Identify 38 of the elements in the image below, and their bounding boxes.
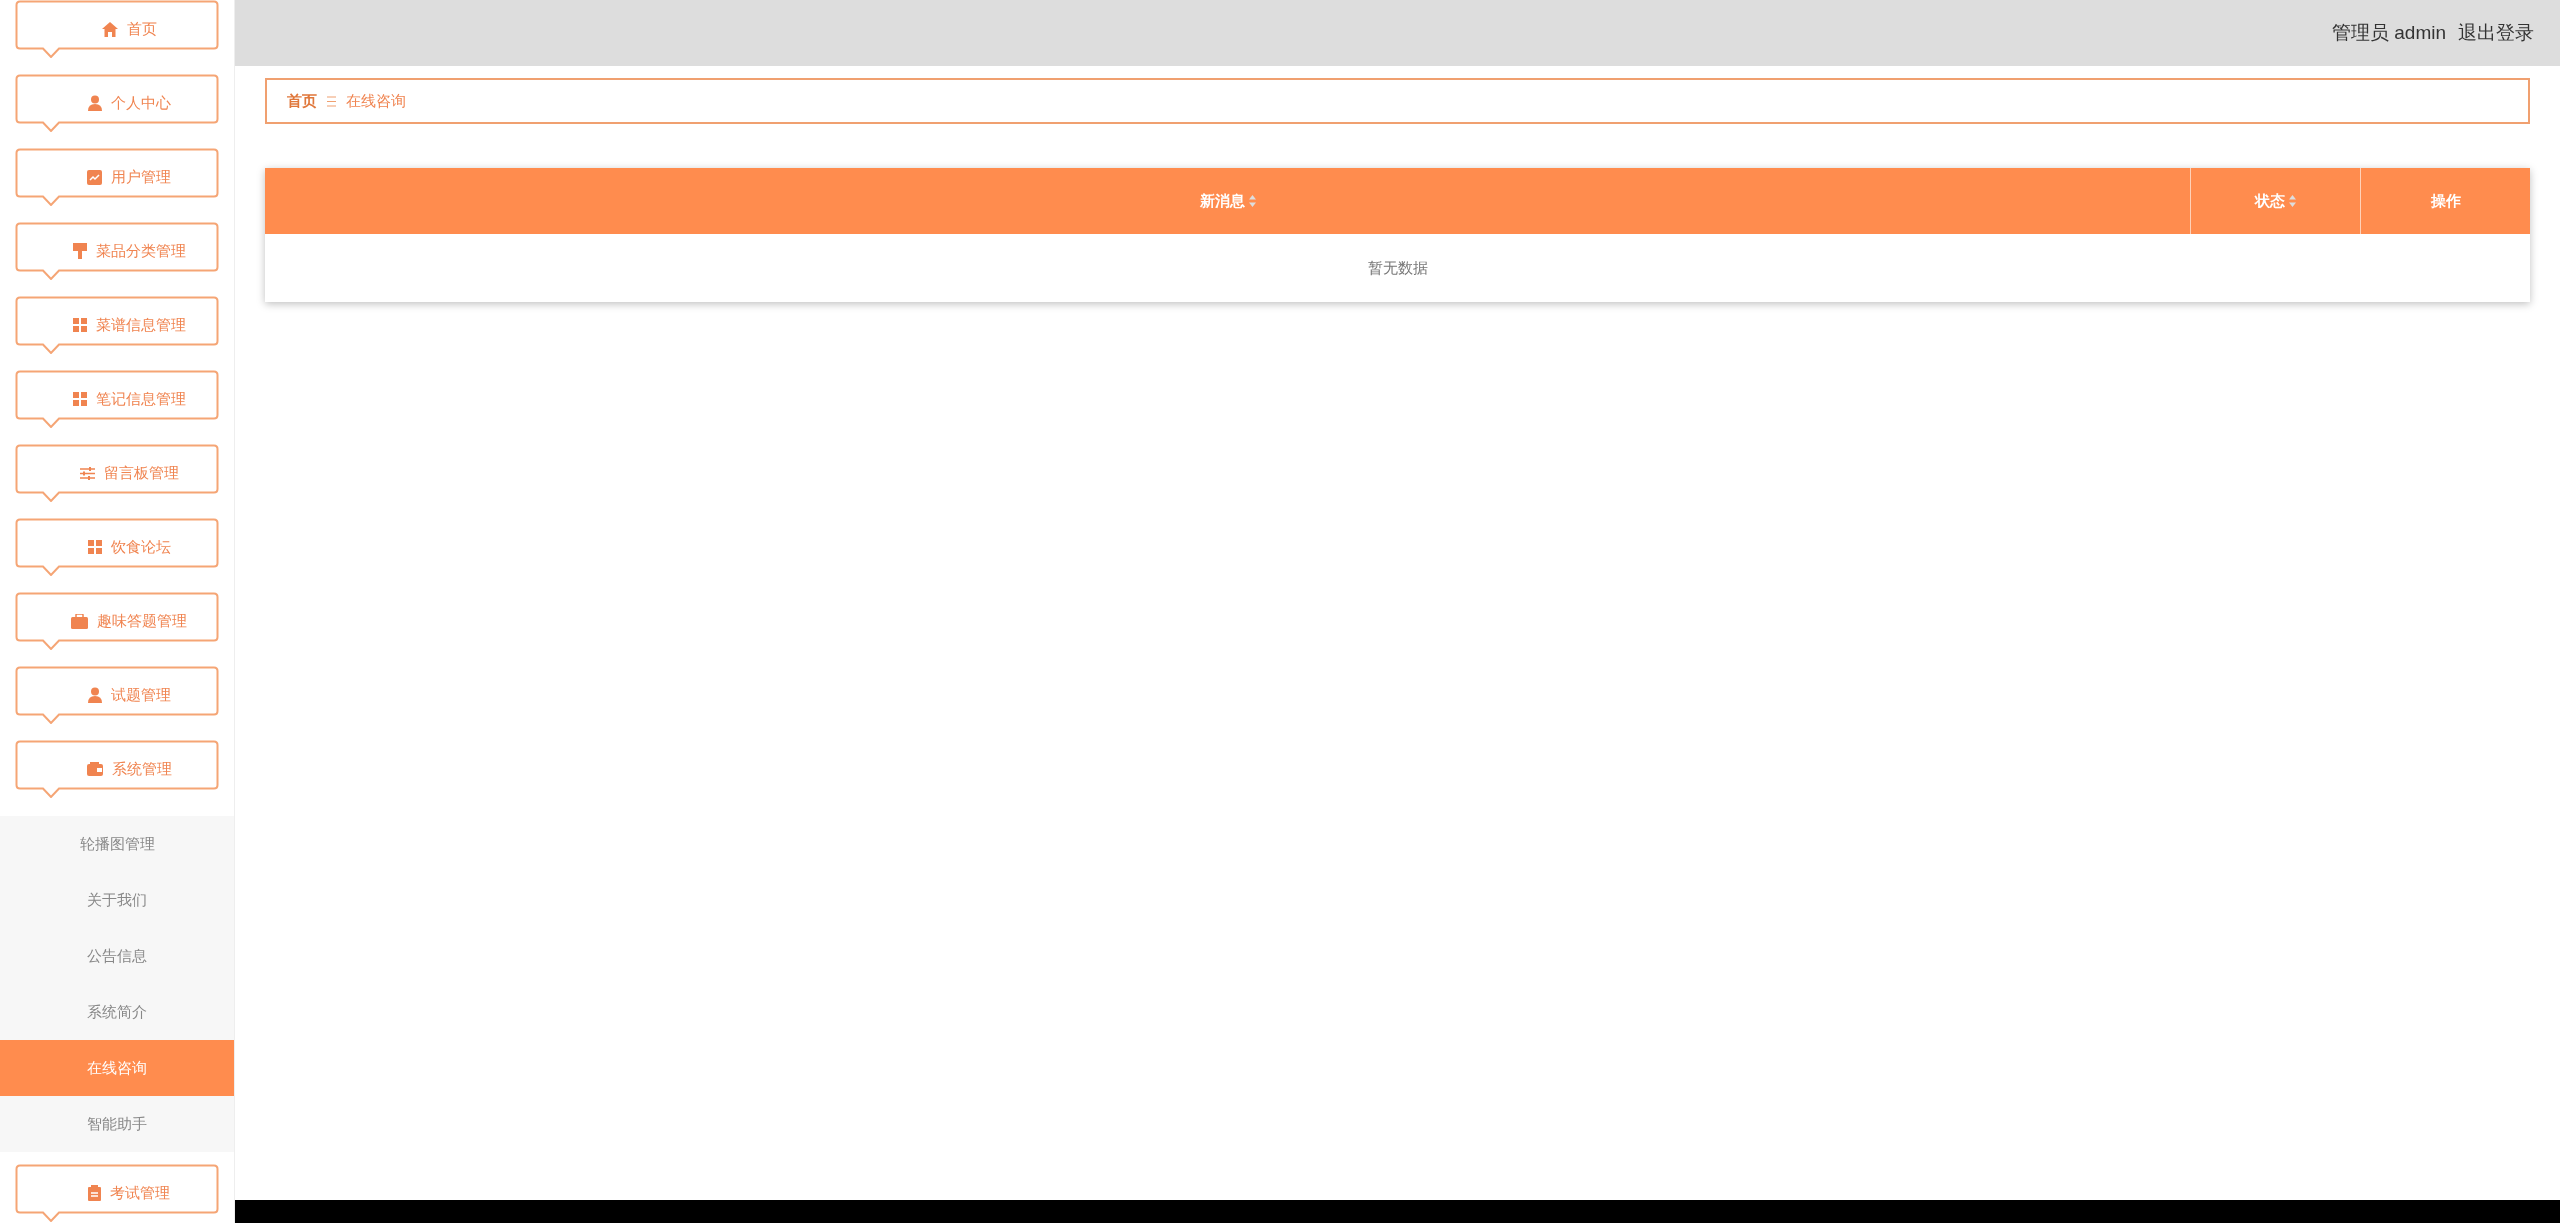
grid-icon (87, 540, 102, 554)
menu-item[interactable]: 饮食论坛 (15, 518, 219, 576)
logout-link[interactable]: 退出登录 (2458, 18, 2534, 48)
menu-item[interactable]: 菜品分类管理 (15, 222, 219, 280)
grid-icon (72, 318, 87, 332)
sliders-icon (79, 466, 95, 480)
menu-item[interactable]: 试题管理 (15, 666, 219, 724)
user-icon (87, 95, 102, 111)
menu-item[interactable]: 用户管理 (15, 148, 219, 206)
submenu-item[interactable]: 轮播图管理 (0, 816, 234, 872)
sign-icon (72, 243, 87, 259)
menu-item[interactable]: 菜谱信息管理 (15, 296, 219, 354)
sort-icon[interactable] (1248, 195, 1256, 207)
sort-icon[interactable] (2289, 195, 2296, 207)
home-icon (101, 21, 118, 37)
column-header: 操作 (2360, 168, 2530, 234)
column-header[interactable]: 状态 (2190, 168, 2360, 234)
empty-message: 暂无数据 (1367, 257, 1428, 278)
user-icon (87, 687, 102, 703)
menu-item[interactable]: 留言板管理 (15, 444, 219, 502)
menu-item[interactable]: 个人中心 (15, 74, 219, 132)
menu-item[interactable]: 考试管理 (15, 1164, 219, 1222)
grid-icon (72, 392, 87, 406)
breadcrumb-link[interactable]: 在线咨询 (346, 89, 406, 113)
submenu-item[interactable]: 在线咨询 (0, 1040, 234, 1096)
breadcrumb-link[interactable]: 首页 (287, 89, 317, 113)
menu-item[interactable]: 首页 (15, 0, 219, 58)
menu-item[interactable]: 笔记信息管理 (15, 370, 219, 428)
column-header[interactable]: 新消息 (265, 168, 2190, 234)
menu-item[interactable]: 趣味答题管理 (15, 592, 219, 650)
separator-icon (327, 95, 336, 107)
submenu-item[interactable]: 智能助手 (0, 1096, 234, 1152)
menu-item[interactable]: 系统管理 (15, 740, 219, 798)
user-label: 管理员 admin (2331, 20, 2446, 45)
clipboard-icon (88, 1185, 101, 1201)
submenu-item[interactable]: 系统简介 (0, 984, 234, 1040)
submenu-item[interactable]: 关于我们 (0, 872, 234, 928)
submenu-item[interactable]: 公告信息 (0, 928, 234, 984)
